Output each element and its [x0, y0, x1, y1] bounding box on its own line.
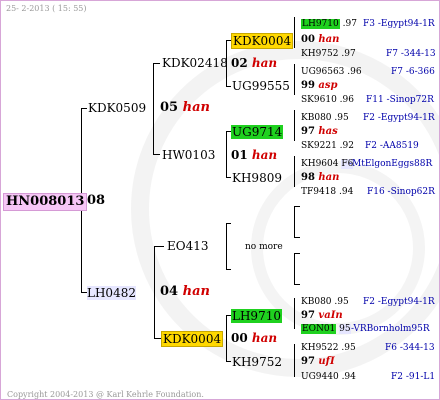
connector — [226, 269, 231, 270]
fff-generation: 00 han — [301, 34, 340, 45]
mm-ring[interactable]: KDK0004 — [161, 331, 224, 347]
mmm-generation: 97 ufI — [301, 356, 335, 367]
connector — [226, 223, 227, 269]
connector — [294, 110, 295, 141]
ancestor-origin: F2 -Egypt94-1R — [363, 113, 435, 123]
mf-no-more: no more — [245, 242, 283, 252]
connector — [294, 253, 295, 284]
connector — [294, 298, 295, 329]
connector — [154, 338, 161, 339]
fmf-generation: 97 has — [301, 126, 338, 137]
ancestor-row[interactable]: KH9604 F6 — [301, 157, 354, 171]
ancestor-row[interactable]: TF9418 .94 — [301, 185, 353, 199]
ancestor-row[interactable]: KH9752 .97 — [301, 47, 356, 61]
mf-ring[interactable]: EO413 — [167, 239, 209, 253]
ancestor-row[interactable]: KB080 .95 — [301, 295, 349, 309]
ancestor-row[interactable]: SK9221 .92 — [301, 139, 354, 153]
ancestor-origin: F16 -Sinop62R — [367, 187, 435, 197]
ancestor-row[interactable]: KH9522 .95 — [301, 341, 356, 355]
ancestor-row[interactable]: EON01 95 — [301, 322, 351, 336]
ancestor-row[interactable]: SK9610 .96 — [301, 93, 354, 107]
connector — [226, 223, 231, 224]
mmf-ring[interactable]: LH9710 — [231, 309, 282, 323]
timestamp: 25- 2-2013 ( 15: 55) — [6, 4, 87, 13]
ancestor-origin: -MtElgonEggs88R — [349, 159, 433, 169]
mother-generation: 04 han — [160, 284, 210, 299]
mother-ring[interactable]: LH0482 — [87, 286, 136, 300]
connector — [294, 64, 295, 95]
fm-generation: 01 han — [231, 148, 278, 162]
mmf-generation: 97 vaIn — [301, 310, 343, 321]
connector — [294, 156, 295, 187]
connector — [226, 131, 227, 177]
ancestor-row[interactable]: UG96563 .96 — [301, 65, 362, 79]
connector — [81, 108, 87, 109]
connector — [294, 206, 300, 207]
ffm-ring[interactable]: UG99555 — [232, 79, 290, 93]
mm-generation: 00 han — [231, 331, 278, 345]
father-ring[interactable]: KDK0509 — [88, 101, 146, 115]
ancestor-origin: F11 -Sinop72R — [366, 95, 434, 105]
mmm-ring[interactable]: KH9752 — [232, 355, 282, 369]
connector — [294, 17, 295, 48]
ancestor-origin: F6 -344-13 — [385, 343, 435, 353]
connector — [154, 246, 155, 338]
ancestor-origin: -VRBornholm95R — [351, 324, 430, 334]
ffm-generation: 99 asp — [301, 80, 338, 91]
connector — [226, 86, 231, 87]
ancestor-row[interactable]: KB080 .95 — [301, 111, 349, 125]
connector — [294, 253, 300, 254]
ff-generation: 02 han — [231, 56, 278, 70]
ancestor-origin: F7 -6-366 — [391, 67, 435, 77]
ancestor-row[interactable]: UG9440 .94 — [301, 370, 356, 384]
connector — [153, 63, 160, 64]
ancestor-origin: F2 -AA8519 — [365, 141, 419, 151]
father-generation: 05 han — [160, 100, 210, 115]
connector — [153, 63, 154, 155]
ancestor-origin: F2 -91-L1 — [391, 372, 436, 382]
fm-ring[interactable]: HW0103 — [162, 148, 215, 162]
connector — [294, 284, 300, 285]
connector — [154, 246, 164, 247]
connector — [294, 206, 295, 237]
fmm-ring[interactable]: KH9809 — [232, 171, 282, 185]
ancestor-origin: F2 -Egypt94-1R — [363, 297, 435, 307]
connector — [226, 315, 227, 361]
fff-ring[interactable]: KDK0004 — [231, 33, 294, 49]
connector — [226, 177, 231, 178]
root-generation: 08 — [87, 193, 106, 208]
ff-ring[interactable]: KDK02418 — [162, 56, 228, 70]
connector — [226, 361, 231, 362]
root-pigeon-ring[interactable]: HN008013 — [3, 193, 88, 211]
connector — [294, 344, 295, 377]
connector — [294, 237, 300, 238]
ancestor-origin: F3 -Egypt94-1R — [363, 19, 435, 29]
copyright: Copyright 2004-2013 @ Karl Kehrle Founda… — [7, 390, 204, 399]
fmm-generation: 98 han — [301, 172, 340, 183]
ancestor-origin: F7 -344-13 — [386, 49, 436, 59]
connector — [153, 154, 160, 155]
ancestor-row[interactable]: LH9710 .97 — [301, 17, 357, 31]
fmf-ring[interactable]: UG9714 — [231, 125, 284, 139]
pedigree-chart: 25- 2-2013 ( 15: 55) Copyright 2004-2013… — [0, 0, 440, 400]
